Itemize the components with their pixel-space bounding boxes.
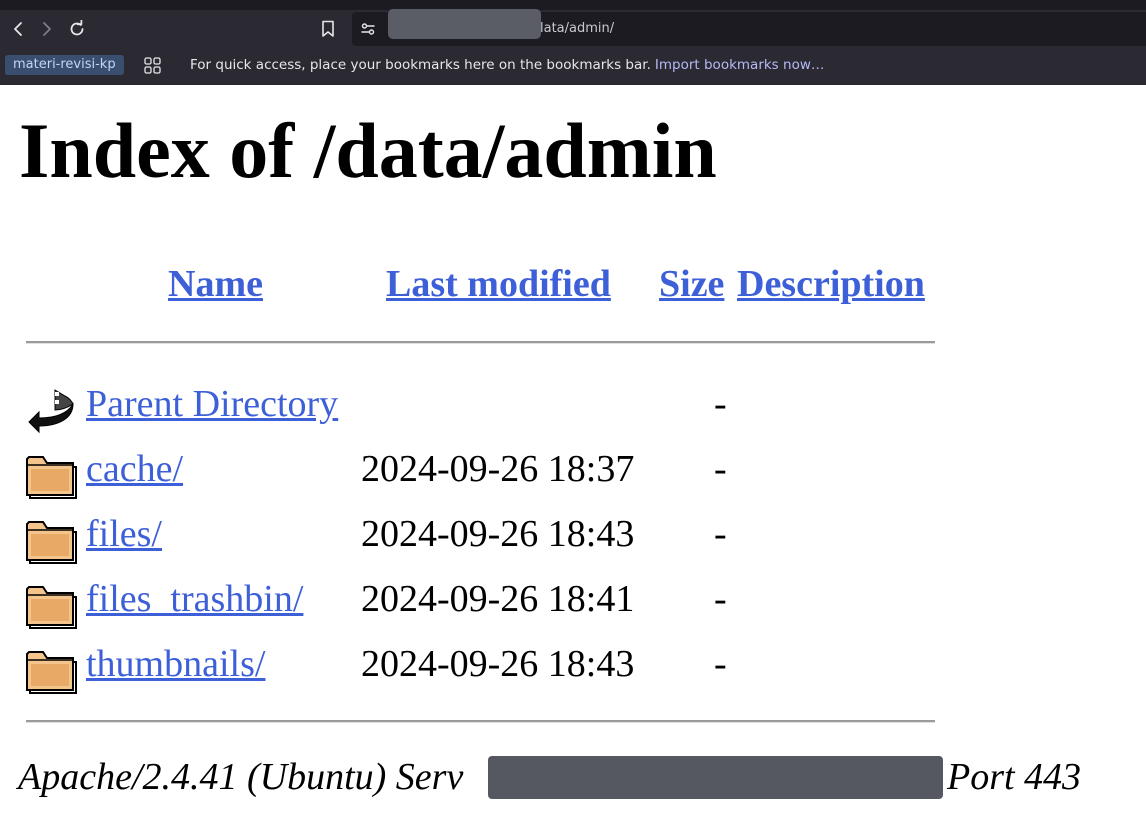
row-size: - xyxy=(714,643,727,685)
reload-icon xyxy=(70,20,84,36)
row-size: - xyxy=(714,513,727,555)
reload-button[interactable] xyxy=(67,19,87,39)
site-settings-button[interactable] xyxy=(358,19,378,39)
folder-link[interactable]: thumbnails/ xyxy=(86,642,265,686)
list-item-files-trashbin: files_trashbin/ 2024-09-26 18:41 - xyxy=(0,577,1146,641)
parent-directory-link[interactable]: Parent Directory xyxy=(86,382,338,426)
bookmark-icon xyxy=(322,20,334,37)
sort-by-description-link[interactable]: Description xyxy=(737,262,925,306)
chevron-left-icon xyxy=(14,22,22,36)
footer-divider xyxy=(26,720,935,723)
bookmarks-hint: For quick access, place your bookmarks h… xyxy=(190,57,824,74)
sliders-icon xyxy=(361,23,375,35)
browser-chrome: lata/admin/ materi-revisi-kp For quick a… xyxy=(0,0,1146,85)
sort-by-size-link[interactable]: Size xyxy=(659,262,724,306)
row-date: 2024-09-26 18:41 xyxy=(361,578,635,620)
back-button[interactable] xyxy=(8,19,28,39)
bookmark-page-button[interactable] xyxy=(318,19,338,39)
url-redaction xyxy=(388,9,541,39)
row-size: - xyxy=(714,383,727,425)
folder-link[interactable]: cache/ xyxy=(86,447,183,491)
list-item-thumbnails: thumbnails/ 2024-09-26 18:43 - xyxy=(0,642,1146,706)
tab-strip xyxy=(0,0,1146,10)
folder-link[interactable]: files/ xyxy=(86,512,162,556)
folder-icon xyxy=(26,521,77,564)
chevron-right-icon xyxy=(43,22,51,36)
sort-by-last-modified-link[interactable]: Last modified xyxy=(386,262,611,306)
folder-icon xyxy=(26,651,77,694)
folder-icon xyxy=(26,586,77,629)
row-size: - xyxy=(714,448,727,490)
bookmark-chip[interactable]: materi-revisi-kp xyxy=(5,55,124,75)
row-date: 2024-09-26 18:43 xyxy=(361,643,635,685)
back-arrow-icon xyxy=(28,389,74,434)
row-date: 2024-09-26 18:37 xyxy=(361,448,635,490)
forward-button[interactable] xyxy=(37,19,57,39)
bookmarks-bar: materi-revisi-kp For quick access, place… xyxy=(0,48,1146,85)
bookmarks-hint-text: For quick access, place your bookmarks h… xyxy=(190,57,651,73)
row-date: 2024-09-26 18:43 xyxy=(361,513,635,555)
folder-link[interactable]: files_trashbin/ xyxy=(86,577,303,621)
grid-icon xyxy=(144,57,161,74)
page-title: Index of /data/admin xyxy=(19,107,717,194)
server-signature-redaction xyxy=(488,756,943,799)
list-item-parent-directory: Parent Directory - xyxy=(0,382,1146,446)
list-item-files: files/ 2024-09-26 18:43 - xyxy=(0,512,1146,576)
import-bookmarks-link[interactable]: Import bookmarks now… xyxy=(655,57,824,73)
header-divider xyxy=(26,341,935,344)
apps-button[interactable] xyxy=(144,57,161,74)
server-signature-port: Port 443 xyxy=(947,756,1082,798)
folder-icon xyxy=(26,456,77,499)
row-size: - xyxy=(714,578,727,620)
url-text[interactable]: lata/admin/ xyxy=(540,21,614,37)
list-item-cache: cache/ 2024-09-26 18:37 - xyxy=(0,447,1146,511)
server-signature: Apache/2.4.41 (Ubuntu) Serv xyxy=(18,756,464,798)
sort-by-name-link[interactable]: Name xyxy=(168,262,263,306)
